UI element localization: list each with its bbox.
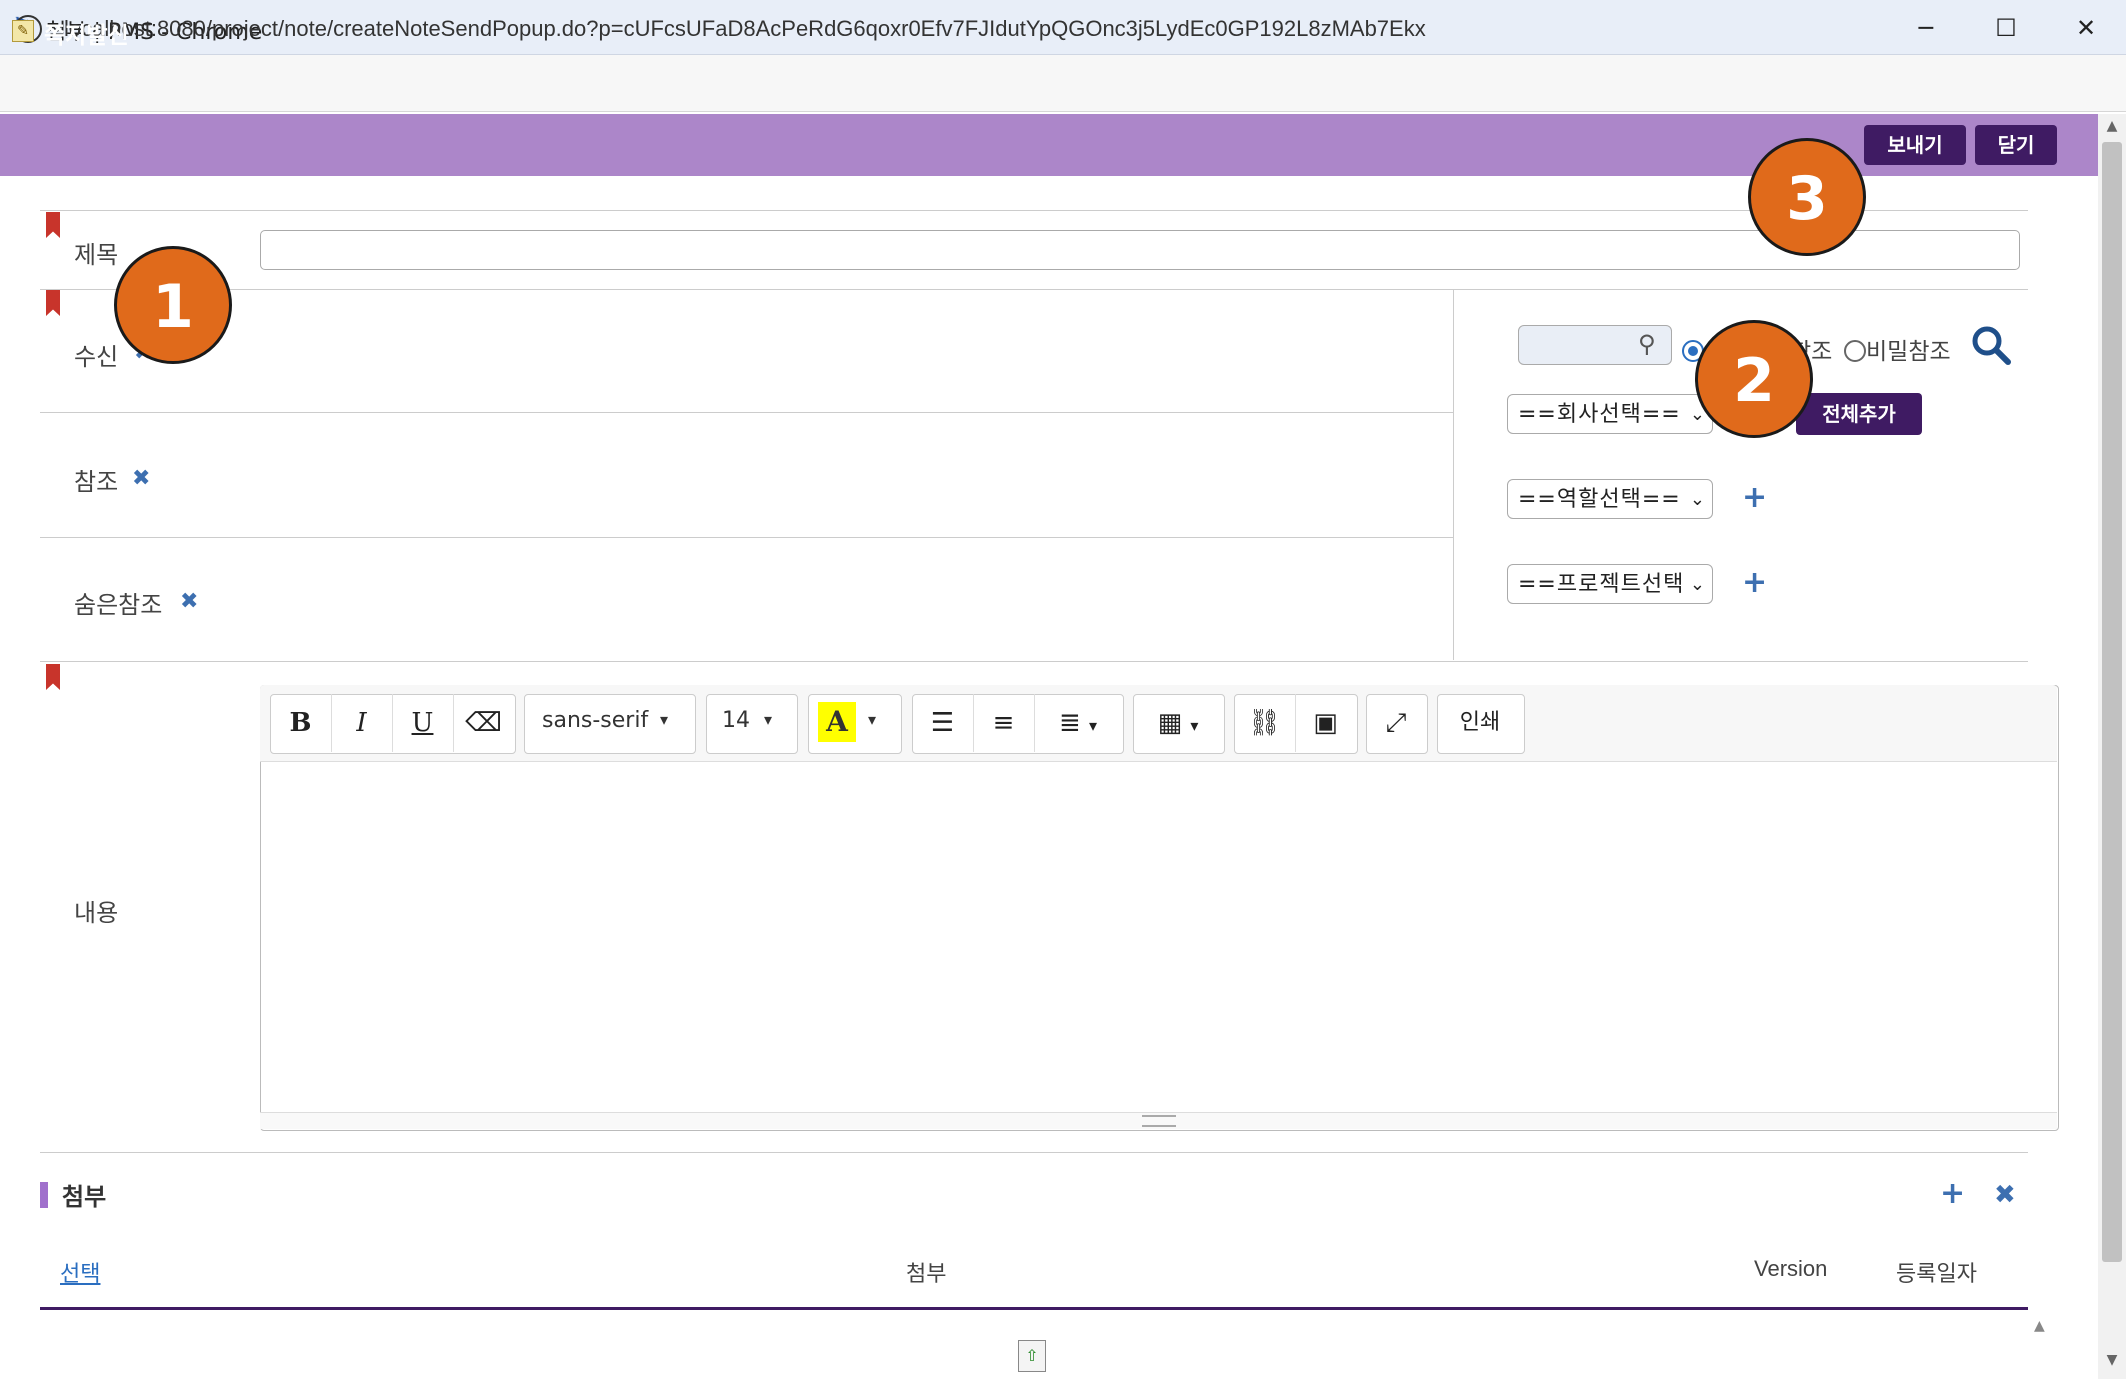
add-all-button[interactable]: 전체추가 (1796, 393, 1922, 435)
underline-button[interactable]: U (392, 694, 454, 752)
caret-down-icon: ▾ (1190, 716, 1199, 735)
table-scroll-up-icon[interactable]: ▲ (2034, 1318, 2045, 1334)
divider (40, 661, 2028, 662)
divider (40, 210, 2028, 211)
divider (40, 537, 1453, 538)
required-bookmark-icon (46, 212, 60, 238)
font-size-dropdown[interactable] (706, 694, 798, 754)
company-select-value: ==회사선택== (1518, 402, 1681, 427)
column-file: 첨부 (906, 1262, 947, 1287)
required-bookmark-icon (46, 290, 60, 316)
divider (40, 412, 1453, 413)
role-select-value: ==역할선택== (1518, 487, 1681, 512)
send-button[interactable]: 보내기 (1864, 125, 1966, 165)
table-icon[interactable]: ▦ ▾ (1133, 694, 1223, 752)
add-role-icon[interactable]: + (1742, 480, 1767, 515)
remove-cc-icon[interactable]: ✖ (132, 466, 150, 491)
print-button[interactable]: 인쇄 (1437, 694, 1523, 752)
italic-button[interactable]: I (331, 694, 393, 752)
column-divider (1453, 290, 1454, 660)
font-size-value: 14 (722, 708, 750, 733)
page-title: 쪽지발신 (44, 23, 129, 49)
role-select[interactable]: ==역할선택== ⌄ (1507, 479, 1713, 519)
caret-down-icon: ▾ (1089, 716, 1098, 735)
project-select[interactable]: ==프로젝트선택 ⌄ (1507, 564, 1713, 604)
bcc-label: 숨은참조 (74, 591, 163, 619)
caret-down-icon: ▾ (764, 710, 773, 729)
numbered-list-icon[interactable]: ≡ (973, 694, 1035, 752)
content-label: 내용 (74, 899, 119, 927)
add-attachment-icon[interactable]: + (1940, 1176, 1965, 1211)
radio-secret-cc-label: 비밀참조 (1866, 339, 1951, 365)
scroll-up-icon[interactable]: ▲ (2098, 118, 2126, 134)
callout-1: 1 (114, 246, 232, 364)
scroll-thumb[interactable] (2102, 142, 2122, 1262)
remove-bcc-icon[interactable]: ✖ (180, 589, 198, 614)
address-bar (0, 55, 2126, 112)
callout-2: 2 (1695, 320, 1813, 438)
required-bookmark-icon (46, 664, 60, 690)
bullet-list-icon[interactable]: ☰ (912, 694, 974, 752)
font-family-value: sans-serif (542, 708, 649, 733)
search-magnifier-icon[interactable]: ⚲ (1638, 330, 1656, 358)
chevron-down-icon: ⌄ (1689, 489, 1706, 510)
divider (40, 1152, 2028, 1153)
fullscreen-icon[interactable]: ⤢ (1366, 694, 1426, 752)
divider (40, 289, 2028, 290)
subject-input[interactable] (260, 230, 2020, 270)
window-close-button[interactable]: ✕ (2054, 8, 2118, 48)
edit-icon: ✎ (12, 20, 34, 42)
color-caret-icon[interactable]: ▾ (868, 710, 876, 729)
radio-secret-cc[interactable] (1844, 340, 1866, 362)
recipient-label: 수신 (74, 343, 119, 371)
callout-3: 3 (1748, 138, 1866, 256)
attachments-title: 첨부 (62, 1183, 107, 1211)
eraser-icon[interactable]: ⌫ (453, 694, 514, 752)
chevron-down-icon: ⌄ (1689, 565, 1706, 603)
minimize-button[interactable]: ─ (1894, 8, 1958, 48)
cc-label: 참조 (74, 468, 119, 496)
scroll-down-icon[interactable]: ▼ (2098, 1352, 2126, 1368)
bold-button[interactable]: B (270, 694, 332, 752)
section-marker (40, 1182, 48, 1208)
resize-grip-icon[interactable] (1142, 1115, 1176, 1127)
close-button[interactable]: 닫기 (1975, 125, 2057, 165)
align-icon[interactable]: ≣ ▾ (1034, 694, 1122, 752)
subject-label: 제목 (74, 241, 119, 269)
maximize-button[interactable]: ☐ (1974, 8, 2038, 48)
delete-attachment-icon[interactable]: ✖ (1994, 1180, 2016, 1210)
caret-down-icon: ▾ (660, 710, 669, 729)
search-icon[interactable] (1970, 324, 2012, 366)
table-header-underline (40, 1307, 2028, 1310)
image-icon[interactable]: ▣ (1295, 694, 1356, 752)
column-date: 등록일자 (1896, 1262, 1977, 1287)
project-select-value: ==프로젝트선택 (1518, 572, 1685, 597)
text-color-button[interactable]: A (818, 702, 856, 742)
add-project-icon[interactable]: + (1742, 565, 1767, 600)
company-select[interactable]: ==회사선택== ⌄ (1507, 394, 1713, 434)
link-icon[interactable]: ⛓ (1234, 694, 1296, 752)
url-text[interactable]: localhost:8080/project/note/createNoteSe… (64, 16, 1426, 42)
column-select[interactable]: 선택 (60, 1256, 100, 1288)
upload-file-icon[interactable]: ⇧ (1018, 1340, 1046, 1372)
column-version: Version (1754, 1256, 1828, 1281)
